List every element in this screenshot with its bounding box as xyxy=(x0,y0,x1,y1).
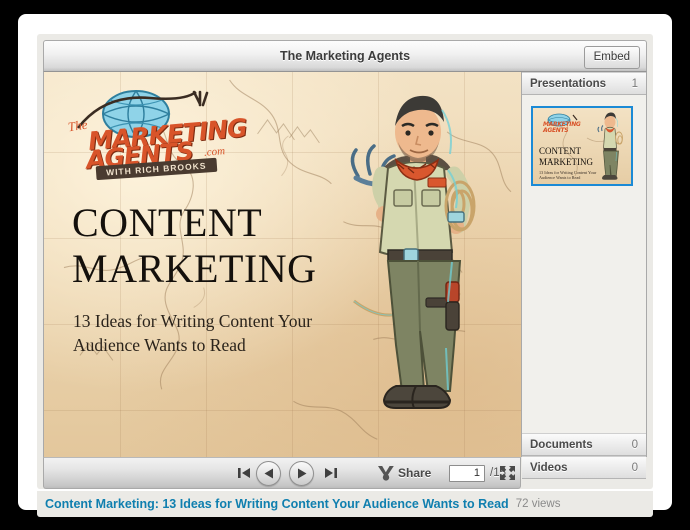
page-navigation-group: /15 xyxy=(449,458,506,488)
thumbnail-title: CONTENT MARKETING xyxy=(539,146,593,168)
share-label: Share xyxy=(398,466,432,480)
thumbnail-title-line2: MARKETING xyxy=(539,157,593,167)
player-control-bar: Share /15 xyxy=(43,457,521,489)
sidebar-panel-videos[interactable]: Videos 0 xyxy=(522,456,646,479)
content-sidebar: Presentations 1 MARKETING AGENTS CONTENT… xyxy=(521,72,647,479)
thumbnail-logo: MARKETING AGENTS xyxy=(539,113,583,135)
presentation-thumbnail-list: MARKETING AGENTS CONTENT MARKETING 13 Id… xyxy=(522,95,646,433)
embed-widget: The Marketing Agents Embed The MARKETING… xyxy=(37,34,653,489)
presentation-thumbnail-item[interactable]: MARKETING AGENTS CONTENT MARKETING 13 Id… xyxy=(531,106,633,186)
widget-titlebar: The Marketing Agents Embed xyxy=(43,40,647,72)
next-button-circle xyxy=(289,460,314,486)
panel-label-videos: Videos xyxy=(530,462,568,474)
page-card: The Marketing Agents Embed The MARKETING… xyxy=(18,14,672,517)
fullscreen-button[interactable] xyxy=(500,458,515,488)
skip-to-start-button[interactable] xyxy=(238,458,251,488)
thumbnail-title-line1: CONTENT xyxy=(539,146,581,156)
page-number-input[interactable] xyxy=(449,464,485,482)
logo-the-text: The xyxy=(66,116,89,135)
panel-count-documents: 0 xyxy=(631,439,638,451)
sidebar-panel-presentations[interactable]: Presentations 1 xyxy=(522,72,646,95)
thumbnail-canvas: MARKETING AGENTS CONTENT MARKETING 13 Id… xyxy=(533,108,631,184)
slide-stage[interactable]: The MARKETING AGENTS .com WITH RICH BROO… xyxy=(43,72,521,457)
slide-title-line2: MARKETING xyxy=(72,246,317,291)
logo-com-text: .com xyxy=(203,145,226,159)
caption-bar: Content Marketing: 13 Ideas for Writing … xyxy=(37,491,653,517)
panel-count-videos: 0 xyxy=(631,462,638,474)
thumbnail-logo-word2: AGENTS xyxy=(543,127,569,134)
adventurer-character-illustration xyxy=(350,95,476,409)
panel-count-presentations: 1 xyxy=(631,78,638,90)
presentation-title-link[interactable]: Content Marketing: 13 Ideas for Writing … xyxy=(45,497,509,511)
next-slide-button[interactable] xyxy=(289,458,314,488)
marketing-agents-logo: The MARKETING AGENTS .com WITH RICH BROO… xyxy=(62,88,252,184)
skip-to-end-button[interactable] xyxy=(324,458,337,488)
share-button[interactable]: Share xyxy=(377,458,431,488)
slide-subtitle: 13 Ideas for Writing Content Your Audien… xyxy=(73,311,313,355)
widget-title: The Marketing Agents xyxy=(279,49,411,63)
thumbnail-character-illustration xyxy=(597,112,623,180)
view-count-label: 72 views xyxy=(515,498,561,510)
share-icon xyxy=(378,466,394,481)
thumbnail-subtitle: 13 Ideas for Writing Content Your Audien… xyxy=(539,170,597,181)
fullscreen-icon xyxy=(500,466,515,480)
next-icon xyxy=(297,468,306,478)
slide-title: CONTENT MARKETING xyxy=(72,200,372,292)
embed-button[interactable]: Embed xyxy=(583,46,640,69)
panel-label-documents: Documents xyxy=(530,439,593,451)
previous-button-circle xyxy=(256,460,281,486)
slide-canvas: The MARKETING AGENTS .com WITH RICH BROO… xyxy=(44,72,521,457)
panel-label-presentations: Presentations xyxy=(530,78,607,90)
skip-to-end-icon xyxy=(325,468,337,478)
slide-title-line1: CONTENT xyxy=(72,200,263,245)
previous-slide-button[interactable] xyxy=(256,458,281,488)
skip-to-start-icon xyxy=(238,468,250,478)
sidebar-panel-documents[interactable]: Documents 0 xyxy=(522,433,646,456)
previous-icon xyxy=(264,468,273,478)
